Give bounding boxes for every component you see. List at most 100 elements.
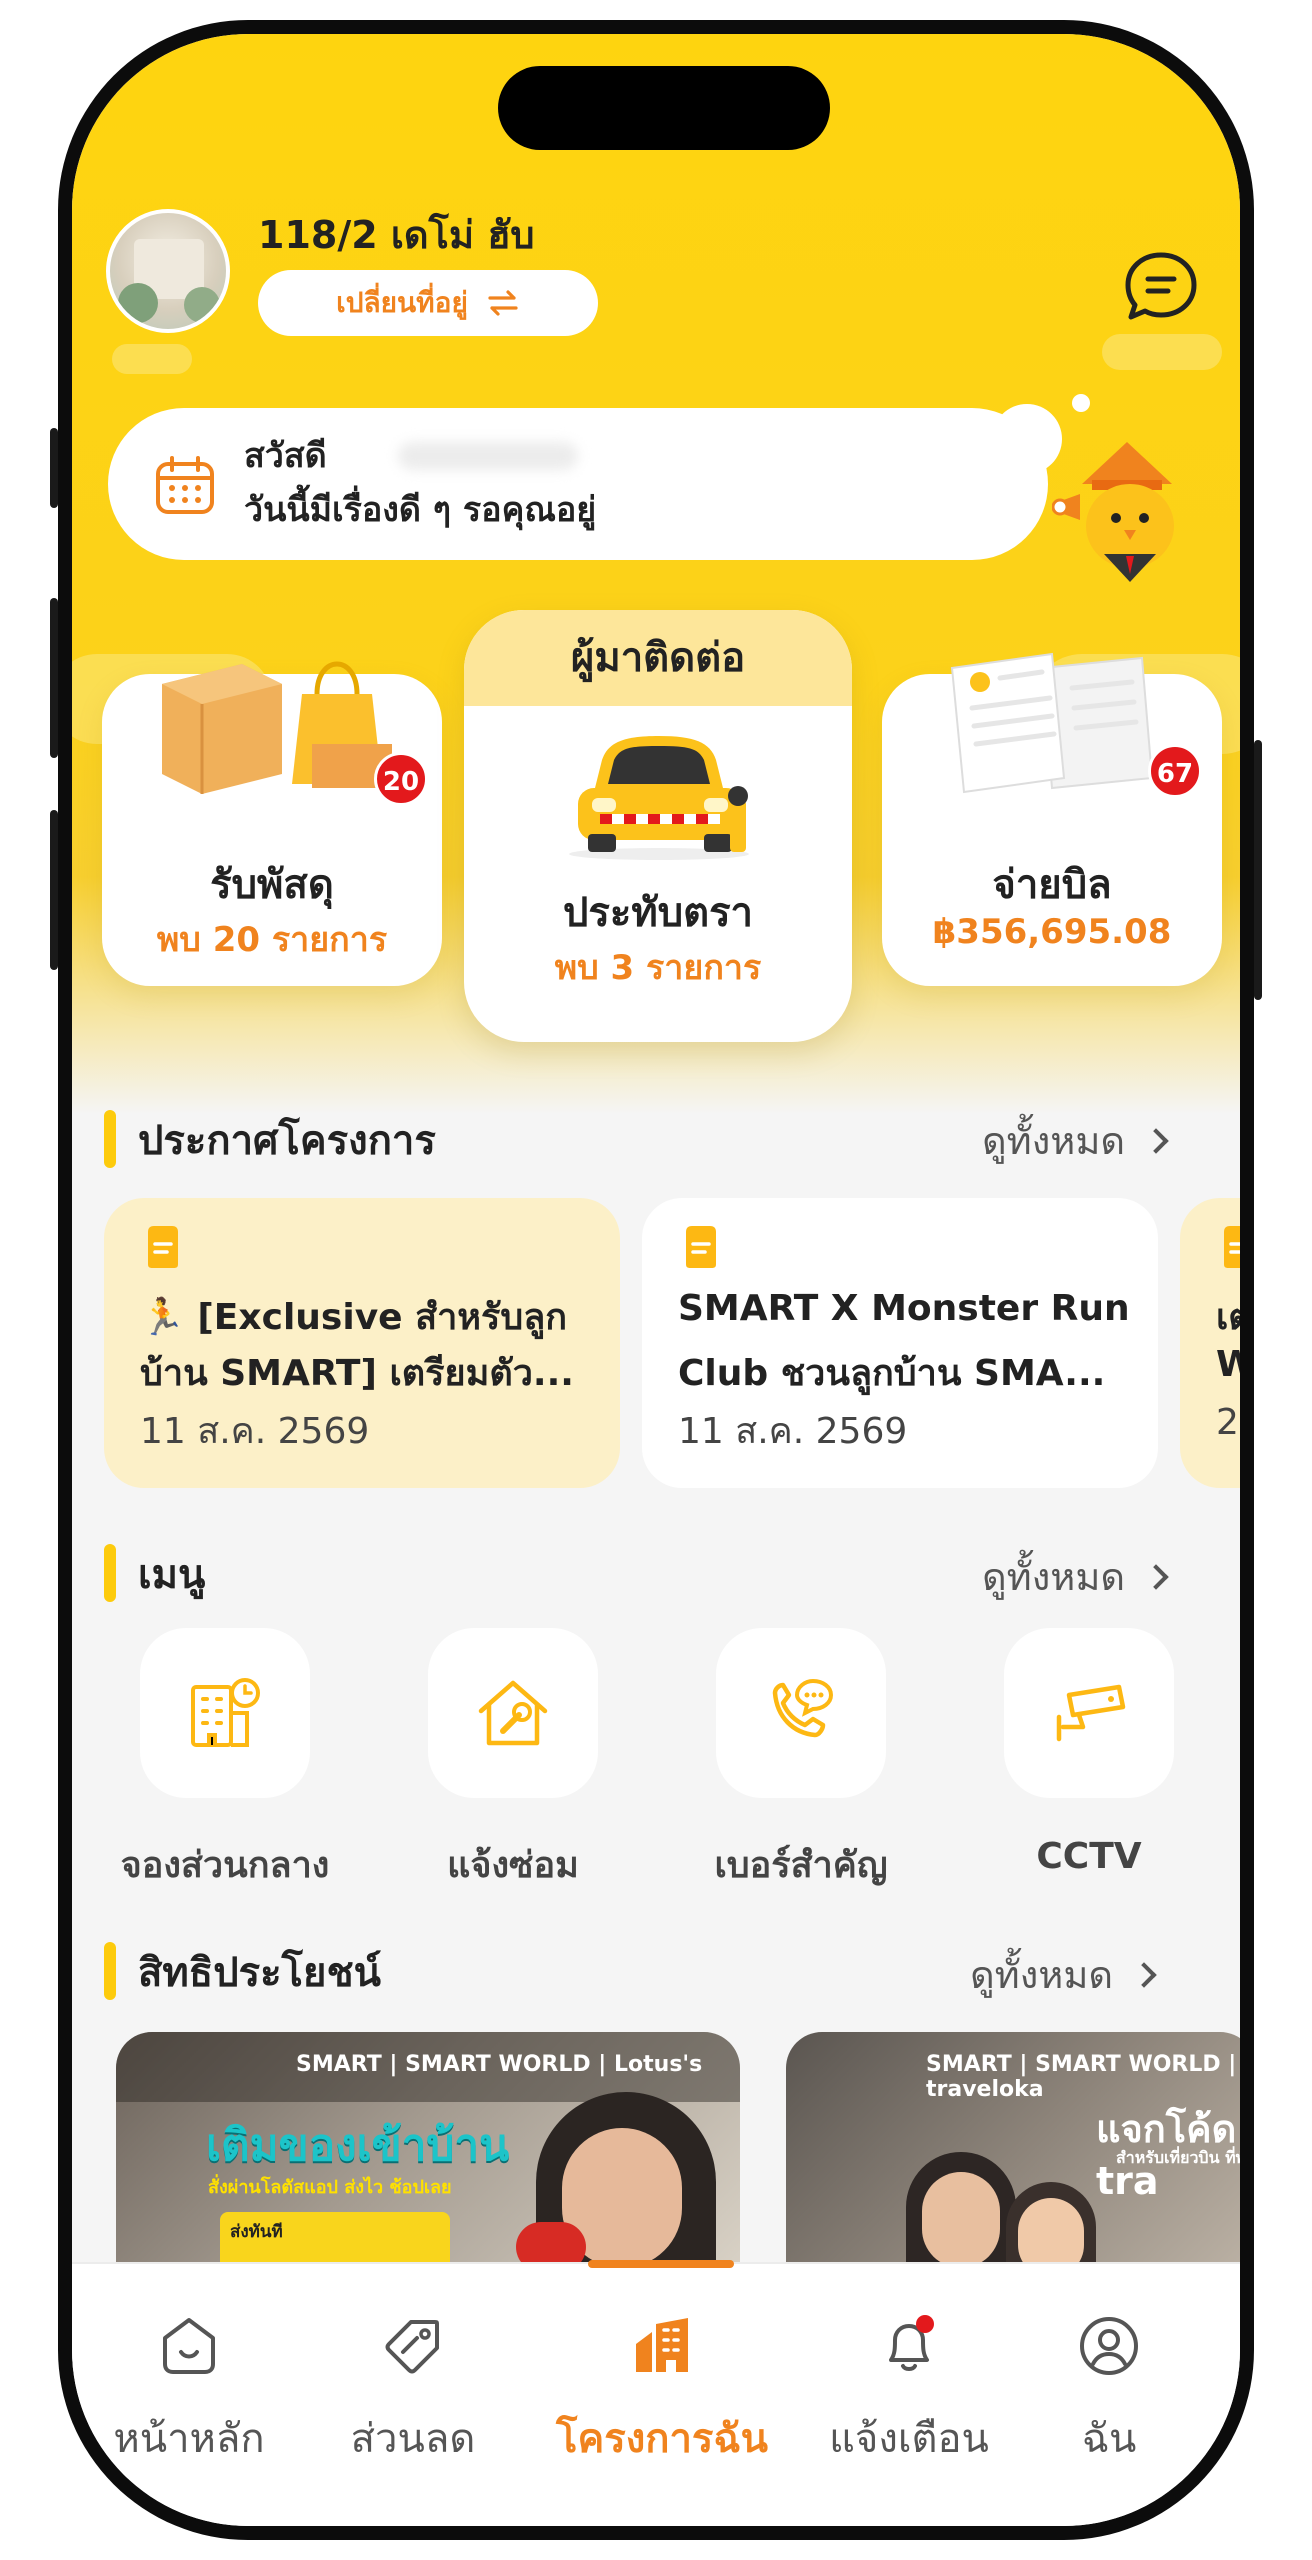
tab-label: โครงการฉัน (555, 2416, 768, 2462)
visitor-card[interactable]: ผู้มาติดต่อ ประทับตรา พบ 3 รายการ (464, 610, 852, 1042)
parcel-title: รับพัสดุ (210, 862, 334, 908)
bottom-tab-bar: หน้าหลัก ส่วนลด โครงการฉัน แจ้งเตือน ฉัน (72, 2260, 1240, 2526)
house-wrench-icon (478, 1680, 548, 1746)
document-icon (686, 1226, 716, 1268)
see-all-label: ดูทั้งหมด (982, 1119, 1126, 1163)
tab-discounts[interactable]: ส่วนลด (296, 2264, 530, 2464)
announcement-date: 11 ส.ค. 2569 (140, 1411, 370, 1452)
announcement-card[interactable]: เต W 2 (1180, 1198, 1240, 1488)
announcement-title-line2: W (1216, 1344, 1240, 1385)
tab-label: ส่วนลด (350, 2416, 476, 2462)
announcement-card[interactable]: 🏃 [Exclusive สำหรับลูก บ้าน SMART] เตรีย… (104, 1198, 620, 1488)
cctv-camera-icon (1056, 1684, 1126, 1742)
banner-subtitle: สั่งผ่านโลตัสแอป ส่งไว ช้อปเลย (208, 2177, 452, 2198)
tab-home[interactable]: หน้าหลัก (72, 2264, 306, 2464)
announcement-date: 2 (1216, 1402, 1239, 1443)
tag-icon (385, 2320, 439, 2374)
chevron-right-icon (1143, 1127, 1169, 1154)
visitor-count-text: พบ 3 รายการ (554, 948, 762, 988)
tab-label: แจ้งเตือน (829, 2416, 989, 2462)
banner-headline: เติมของเข้าบ้าน (206, 2120, 510, 2171)
announcement-title-line1: SMART X Monster Run (678, 1288, 1130, 1329)
bill-count-badge: 67 (1148, 744, 1202, 798)
volume-up-button (50, 598, 58, 758)
chevron-right-icon (1143, 1563, 1169, 1590)
blurred-username (398, 442, 578, 470)
mute-switch (50, 428, 58, 508)
volume-down-button (50, 810, 58, 970)
see-all-label: ดูทั้งหมด (970, 1953, 1114, 1997)
benefit-banner-traveloka[interactable]: SMART | SMART WORLD | traveloka แจกโค้ด … (786, 2032, 1240, 2272)
tab-label: ฉัน (1081, 2416, 1137, 2462)
mascot-chick-icon (1052, 442, 1174, 582)
section-marker (104, 1110, 116, 1168)
section-marker (104, 1544, 116, 1602)
document-icon (1224, 1226, 1240, 1268)
parcel-card[interactable]: 20 รับพัสดุ พบ 20 รายการ (102, 661, 442, 986)
power-button (1254, 740, 1262, 1000)
cloud-decoration (112, 344, 192, 374)
banner-brand: SMART | SMART WORLD | traveloka (926, 2052, 1237, 2102)
greeting-banner[interactable]: สวัสดี วันนี้มีเรื่องดี ๆ รอคุณอยู่ (108, 408, 1048, 560)
tab-my-project[interactable]: โครงการฉัน (542, 2264, 782, 2464)
car-barrier-icon (569, 736, 749, 860)
menu-label: จองส่วนกลาง (120, 1845, 330, 1886)
menu-label: แจ้งซ่อม (447, 1845, 579, 1886)
benefit-banner-lotus[interactable]: SMART | SMART WORLD | Lotus's เติมของเข้… (116, 2032, 740, 2272)
announcement-title-line2: บ้าน SMART] เตรียมตัว... (140, 1353, 574, 1394)
parcel-count-text: พบ 20 รายการ (156, 920, 388, 960)
benefits-see-all[interactable]: ดูทั้งหมด (970, 1944, 1157, 2005)
swap-arrows-icon (488, 290, 518, 316)
buildings-icon (636, 2318, 688, 2372)
phone-chat-icon (772, 1678, 834, 1738)
parcel-boxes-icon (162, 661, 392, 794)
menu-item-facility-booking[interactable] (140, 1628, 310, 1798)
menu-item-repair-request[interactable] (428, 1628, 598, 1798)
building-clock-icon (191, 1678, 260, 1747)
person-face (922, 2172, 1000, 2268)
parcel-count-badge: 20 (374, 752, 428, 806)
visitor-card-header: ผู้มาติดต่อ (464, 610, 852, 706)
tab-notifications[interactable]: แจ้งเตือน (792, 2264, 1026, 2464)
address-title: 118/2 เดโม่ ฮับ (258, 213, 535, 257)
chevron-right-icon (1131, 1961, 1157, 1988)
section-marker (104, 1942, 116, 2000)
announcement-title-line1: 🏃 [Exclusive สำหรับลูก (140, 1297, 568, 1338)
tab-me[interactable]: ฉัน (992, 2264, 1226, 2464)
app-screen: 118/2 เดโม่ ฮับ เปลี่ยนที่อยู่ สวัสดี วั… (72, 34, 1240, 2526)
greeting-hello: สวัสดี (244, 436, 327, 476)
menu-item-important-numbers[interactable] (716, 1628, 886, 1798)
banner-tag: ส่งทันที (230, 2222, 283, 2242)
menu-label: เบอร์สำคัญ (714, 1845, 888, 1886)
calendar-icon (156, 456, 214, 514)
announcement-title-line1: เต (1216, 1297, 1240, 1338)
announcement-date: 11 ส.ค. 2569 (678, 1411, 908, 1452)
person-face (1018, 2198, 1084, 2272)
project-avatar[interactable] (106, 209, 230, 333)
change-address-button[interactable]: เปลี่ยนที่อยู่ (258, 270, 598, 336)
dynamic-island (498, 66, 830, 150)
cloud-decoration (1102, 334, 1222, 370)
menu-see-all[interactable]: ดูทั้งหมด (982, 1546, 1169, 1607)
announcement-card[interactable]: SMART X Monster Run Club ชวนลูกบ้าน SMA.… (642, 1198, 1158, 1488)
greeting-message: วันนี้มีเรื่องดี ๆ รอคุณอยู่ (244, 490, 597, 530)
bill-documents-icon (950, 652, 1154, 794)
banner-brand: SMART | SMART WORLD | Lotus's (296, 2052, 703, 2077)
bill-title: จ่ายบิล (992, 862, 1112, 908)
bill-card[interactable]: 67 จ่ายบิล ฿356,695.08 (882, 652, 1222, 986)
see-all-label: ดูทั้งหมด (982, 1555, 1126, 1599)
announcement-title-line2: Club ชวนลูกบ้าน SMA... (678, 1353, 1106, 1394)
user-icon (1080, 2317, 1138, 2375)
menu-item-cctv[interactable] (1004, 1628, 1174, 1798)
bill-amount-text: ฿356,695.08 (932, 912, 1172, 952)
announcements-see-all[interactable]: ดูทั้งหมด (982, 1110, 1169, 1171)
menu-title: เมนู (138, 1552, 206, 1598)
bell-icon (889, 2315, 934, 2371)
announcements-title: ประกาศโครงการ (138, 1118, 436, 1164)
menu-label: CCTV (1036, 1836, 1142, 1877)
chat-icon[interactable] (1122, 249, 1200, 327)
banner-subtitle: สำหรับเที่ยวบิน ที่พั (1116, 2148, 1240, 2167)
visitor-title: ประทับตรา (562, 890, 754, 936)
change-address-label: เปลี่ยนที่อยู่ (336, 286, 468, 319)
home-icon (163, 2318, 215, 2374)
